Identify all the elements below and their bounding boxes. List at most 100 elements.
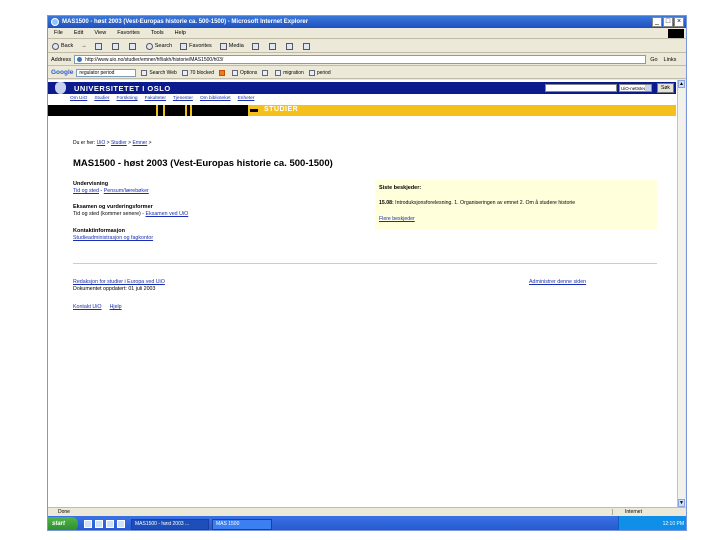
nav-tjenester[interactable]: Tjenester [173, 96, 193, 101]
page-title: MAS1500 - høst 2003 (Vest-Europas histor… [73, 158, 333, 169]
highlight-button[interactable] [262, 69, 270, 76]
maximize-button[interactable]: □ [663, 17, 673, 27]
banner-block [250, 109, 258, 112]
menu-edit[interactable]: Edit [74, 30, 83, 36]
editor-link[interactable]: Redaksjon for studier i Europa ved UiO [73, 279, 165, 285]
back-arrow-icon [52, 42, 59, 50]
close-button[interactable]: × [674, 17, 684, 27]
term-migration-button[interactable]: migration [275, 69, 304, 76]
more-news-link[interactable]: Flere beskjeder [379, 216, 415, 222]
breadcrumb-emner[interactable]: Emner [133, 140, 148, 146]
google-logo[interactable]: Google [51, 69, 73, 76]
banner-block [165, 105, 185, 116]
minimize-button[interactable]: _ [652, 17, 662, 27]
options-icon [232, 69, 238, 76]
search-button[interactable]: Search [145, 42, 173, 50]
breadcrumb-uio[interactable]: UiO [97, 140, 106, 146]
nav-om-uio[interactable]: Om UiO [70, 96, 87, 101]
refresh-button[interactable] [111, 42, 121, 50]
address-input[interactable]: http://www.uio.no/studier/emner/hf/iakh/… [74, 55, 647, 64]
favorites-label: Favorites [189, 43, 212, 49]
popup-blocker-button[interactable]: 70 blocked [181, 69, 214, 76]
outlook-icon[interactable] [106, 520, 114, 528]
clock: 12:10 PM [618, 516, 686, 530]
eksamen-ved-uio-link[interactable]: Eksamen ved UiO [146, 211, 189, 217]
nav-om-biblioteket[interactable]: Om biblioteket [200, 96, 231, 101]
ie-icon [51, 18, 59, 26]
google-search-input[interactable]: regulator period [76, 68, 137, 77]
nav-studier[interactable]: Studier [94, 96, 109, 101]
section-label: STUDIER [264, 106, 299, 113]
media-button[interactable]: Media [219, 42, 244, 50]
undervisning-heading: Undervisning [73, 181, 109, 187]
banner-block [187, 105, 190, 116]
banner-block [48, 105, 156, 116]
breadcrumb-studier[interactable]: Studier [111, 140, 127, 146]
news-date: 15.08: [379, 200, 394, 206]
standard-toolbar: Back → Search Favorites Media [48, 40, 686, 53]
nav-enheter[interactable]: Enheter [238, 96, 255, 101]
menu-help[interactable]: Help [175, 30, 186, 36]
pensum-link[interactable]: Pensum/lærebøker [104, 188, 149, 194]
forward-button[interactable]: → [81, 43, 87, 49]
uio-search-input[interactable] [545, 84, 617, 92]
news-text: Introduksjonsforelesning. 1. Organiserin… [395, 200, 576, 206]
favorites-button[interactable]: Favorites [180, 42, 212, 50]
taskbar: start MAS1500 - høst 2003 ... MAS 1500 1… [48, 516, 686, 530]
orange-square-icon [219, 69, 225, 76]
term-period-button[interactable]: period [308, 69, 331, 76]
menu-favorites[interactable]: Favorites [117, 30, 140, 36]
scroll-up-icon[interactable]: ▲ [678, 80, 685, 88]
eksamen-text: Tid og sted (kommer senere) [73, 211, 141, 217]
eksamen-line: Tid og sted (kommer senere) - Eksamen ve… [73, 211, 189, 217]
popup-blocker-icon [181, 69, 188, 76]
options-label: Options [240, 69, 258, 76]
search-label: Search [154, 43, 173, 49]
task-powerpoint[interactable]: MAS 1500 [212, 518, 272, 530]
uio-title[interactable]: UNIVERSITETET I OSLO [74, 84, 171, 93]
home-button[interactable] [128, 42, 138, 50]
options-button[interactable]: Options [232, 69, 258, 76]
print-button[interactable] [285, 42, 295, 50]
search-web-button[interactable]: Search Web [141, 69, 177, 76]
chevron-down-icon [645, 85, 651, 91]
blocked-label: 70 blocked [189, 69, 214, 76]
page-content: UNIVERSITETET I OSLO UiO-nettsteder Søk … [48, 80, 678, 507]
mail-button[interactable] [268, 42, 278, 50]
admin-link[interactable]: Administrer denne siden [529, 279, 586, 285]
stop-button[interactable] [94, 42, 104, 50]
task-ie[interactable]: MAS1500 - høst 2003 ... [131, 518, 209, 530]
menu-file[interactable]: File [54, 30, 63, 36]
menu-view[interactable]: View [94, 30, 106, 36]
help-link[interactable]: Hjelp [110, 304, 122, 310]
links-button[interactable]: Links [664, 57, 677, 63]
nav-forskning[interactable]: Forskning [117, 96, 138, 101]
ie-icon[interactable] [95, 520, 103, 528]
home-icon [128, 42, 136, 50]
printer-icon [285, 42, 293, 50]
back-button[interactable]: Back [52, 42, 73, 50]
studier-banner: STUDIER [48, 105, 676, 116]
google-rss-button[interactable] [219, 69, 227, 76]
uio-site-select[interactable]: UiO-nettsteder [619, 84, 652, 92]
nav-fakulteter[interactable]: Fakulteter [145, 96, 166, 101]
history-button[interactable] [251, 42, 261, 50]
start-button[interactable]: start [48, 517, 78, 530]
google-toolbar: Google regulator period Search Web 70 bl… [48, 67, 686, 79]
vertical-scrollbar[interactable]: ▲ ▼ [677, 80, 685, 507]
scroll-down-icon[interactable]: ▼ [678, 499, 685, 507]
go-button[interactable]: Go [650, 57, 657, 63]
search-web-icon [141, 69, 148, 76]
search-icon [145, 42, 153, 50]
tid-og-sted-link[interactable]: Tid og sted [73, 188, 99, 194]
edit-button[interactable] [302, 42, 312, 50]
menu-tools[interactable]: Tools [151, 30, 164, 36]
address-bar: Address http://www.uio.no/studier/emner/… [48, 54, 686, 66]
show-desktop-icon[interactable] [84, 520, 92, 528]
kontakt-uio-link[interactable]: Kontakt UiO [73, 304, 102, 310]
refresh-icon [111, 42, 119, 50]
media-player-icon[interactable] [117, 520, 125, 528]
studieadministrasjon-link[interactable]: Studieadministrasjon og fagkontor [73, 235, 153, 241]
star-icon [180, 42, 188, 50]
uio-search-button[interactable]: Søk [657, 83, 674, 93]
